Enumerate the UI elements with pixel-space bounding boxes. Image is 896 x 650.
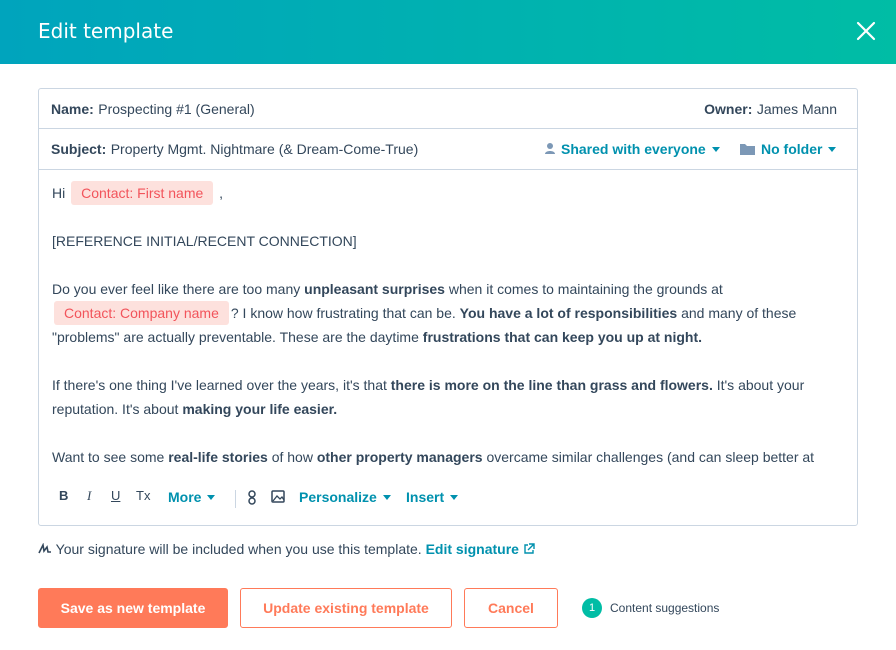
- signature-text: Your signature will be included when you…: [55, 541, 422, 557]
- insert-dropdown[interactable]: Insert: [406, 489, 459, 505]
- sharing-value: Shared with everyone: [561, 141, 706, 157]
- paragraph-1: Do you ever feel like there are too many…: [52, 281, 797, 345]
- owner-value: James Mann: [756, 101, 837, 117]
- greeting-comma: ,: [219, 185, 224, 201]
- owner-field: Owner: James Mann: [704, 101, 837, 119]
- external-link-icon: [524, 543, 535, 554]
- modal-header: Edit template: [0, 0, 896, 64]
- signature-icon: [38, 542, 51, 554]
- content-suggestions-link[interactable]: Content suggestions: [610, 601, 719, 615]
- modal-title: Edit template: [38, 19, 174, 43]
- greeting-line: Hi Contact: First name ,: [52, 181, 842, 205]
- name-label: Name:: [51, 101, 94, 117]
- update-existing-template-button[interactable]: Update existing template: [240, 588, 452, 628]
- toolbar-divider: [235, 490, 236, 508]
- formatting-toolbar: B I U Tx More Personalize Insert: [39, 482, 857, 512]
- close-icon[interactable]: [854, 19, 878, 43]
- reference-line: [REFERENCE INITIAL/RECENT CONNECTION]: [52, 233, 357, 249]
- first-name-token[interactable]: Contact: First name: [71, 181, 214, 205]
- paragraph-3: Want to see some real-life stories of ho…: [52, 449, 815, 465]
- suggestions-count-badge[interactable]: 1: [582, 598, 602, 618]
- name-value[interactable]: Prospecting #1 (General): [98, 101, 254, 117]
- template-name-field[interactable]: Name: Prospecting #1 (General): [51, 101, 255, 119]
- chevron-down-icon: [207, 494, 216, 500]
- subject-label: Subject:: [51, 141, 107, 157]
- folder-dropdown[interactable]: No folder: [740, 141, 837, 157]
- chevron-down-icon: [450, 494, 459, 500]
- paragraph-2: If there's one thing I've learned over t…: [52, 377, 805, 417]
- personalize-dropdown[interactable]: Personalize: [299, 489, 391, 505]
- link-icon[interactable]: [247, 490, 257, 508]
- edit-signature-link[interactable]: Edit signature: [426, 541, 535, 557]
- owner-label: Owner:: [704, 101, 753, 117]
- folder-value: No folder: [761, 141, 823, 157]
- subject-row: Subject: Property Mgmt. Nightmare (& Dre…: [39, 129, 857, 170]
- underline-button[interactable]: U: [111, 488, 120, 503]
- signature-notice: Your signature will be included when you…: [38, 541, 535, 557]
- template-editor-panel: Name: Prospecting #1 (General) Owner: Ja…: [38, 88, 858, 526]
- chevron-down-icon: [382, 494, 391, 500]
- subject-field[interactable]: Subject: Property Mgmt. Nightmare (& Dre…: [51, 141, 418, 159]
- folder-icon: [740, 144, 755, 155]
- user-icon: [545, 143, 555, 154]
- clear-format-button[interactable]: Tx: [136, 488, 150, 503]
- image-icon[interactable]: [271, 490, 285, 506]
- subject-value[interactable]: Property Mgmt. Nightmare (& Dream-Come-T…: [111, 141, 419, 157]
- name-row: Name: Prospecting #1 (General) Owner: Ja…: [39, 89, 857, 129]
- italic-button[interactable]: I: [87, 488, 91, 504]
- email-body-editor[interactable]: Hi Contact: First name , [REFERENCE INIT…: [52, 181, 842, 471]
- chevron-down-icon: [828, 146, 837, 152]
- more-dropdown[interactable]: More: [168, 489, 216, 505]
- company-name-token[interactable]: Contact: Company name: [54, 301, 229, 325]
- bold-button[interactable]: B: [59, 488, 68, 503]
- sharing-dropdown[interactable]: Shared with everyone: [544, 141, 720, 157]
- chevron-down-icon: [711, 146, 720, 152]
- save-as-new-template-button[interactable]: Save as new template: [38, 588, 228, 628]
- cancel-button[interactable]: Cancel: [464, 588, 558, 628]
- greeting-text: Hi: [52, 185, 66, 201]
